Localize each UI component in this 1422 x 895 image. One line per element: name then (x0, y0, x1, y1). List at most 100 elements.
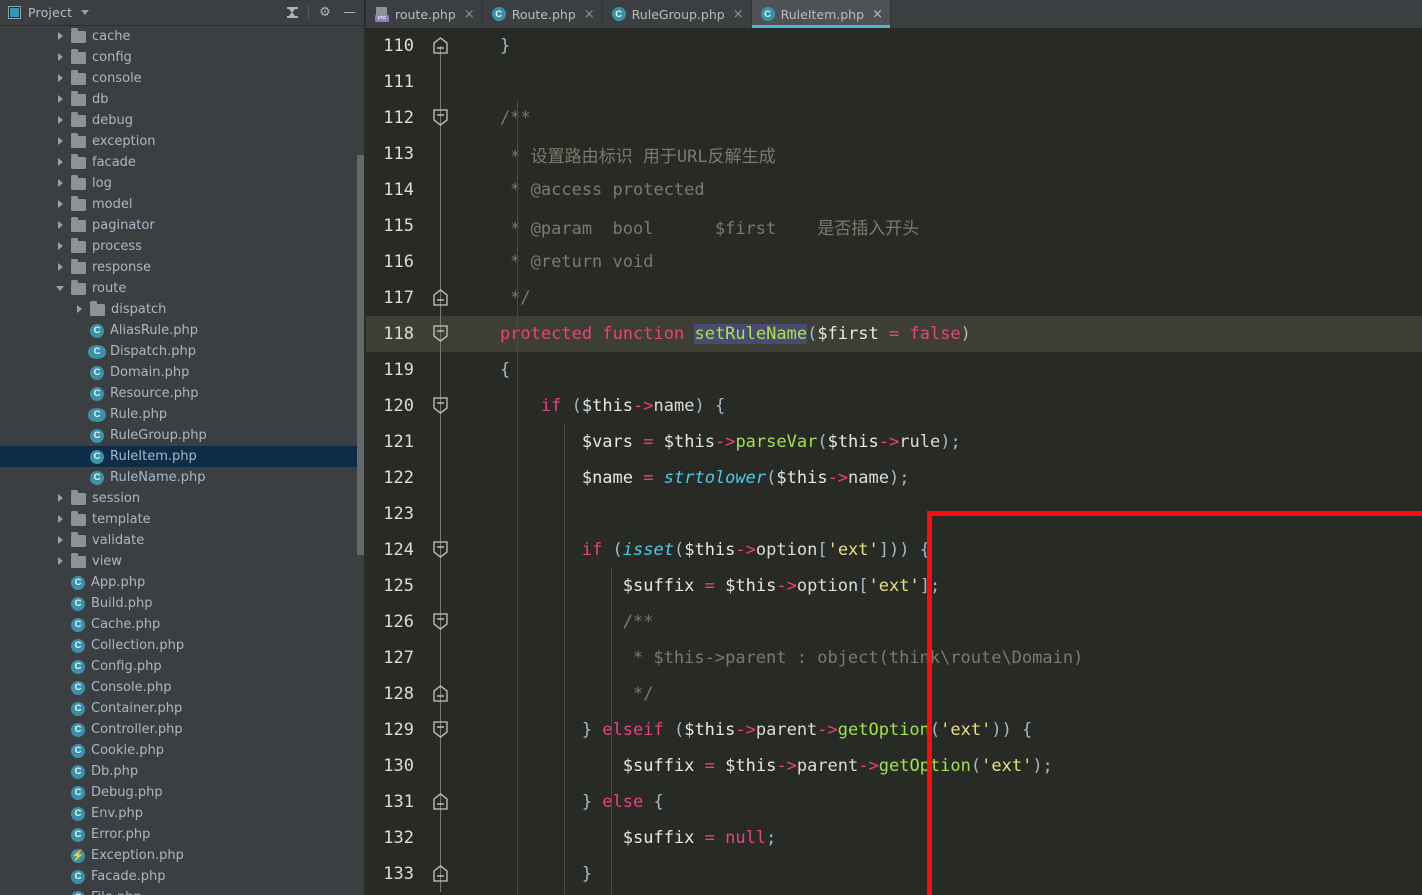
chevron-right-icon[interactable] (56, 262, 67, 273)
chevron-right-icon[interactable] (56, 31, 67, 42)
chevron-down-icon[interactable] (56, 283, 67, 294)
tree-file-Container.php[interactable]: C Container.php (0, 698, 366, 719)
close-icon[interactable]: × (872, 8, 883, 21)
fold-gutter[interactable] (423, 496, 459, 532)
chevron-right-icon[interactable] (56, 241, 67, 252)
collapse-all-button[interactable] (281, 3, 303, 23)
tree-file-Build.php[interactable]: C Build.php (0, 593, 366, 614)
fold-gutter[interactable] (423, 280, 459, 316)
chevron-right-icon[interactable] (56, 73, 67, 84)
tree-folder-exception[interactable]: exception (0, 131, 366, 152)
fold-marker-collapse-icon[interactable] (433, 397, 448, 414)
chevron-right-icon[interactable] (56, 514, 67, 525)
fold-marker-end-icon[interactable] (433, 865, 448, 882)
tree-file-Config.php[interactable]: C Config.php (0, 656, 366, 677)
fold-marker-collapse-icon[interactable] (433, 325, 448, 342)
fold-gutter[interactable] (423, 748, 459, 784)
tree-file-Debug.php[interactable]: C Debug.php (0, 782, 366, 803)
tree-file-Dispatch.php[interactable]: C Dispatch.php (0, 341, 366, 362)
code-line-117[interactable]: 117 */ (366, 280, 1422, 316)
editor-tab-route-php[interactable]: route.php × (366, 0, 483, 28)
tree-file-Rule.php[interactable]: C Rule.php (0, 404, 366, 425)
close-icon[interactable]: × (584, 8, 595, 21)
chevron-right-icon[interactable] (56, 94, 67, 105)
code-line-116[interactable]: 116 * @return void (366, 244, 1422, 280)
fold-gutter[interactable] (423, 424, 459, 460)
tree-file-AliasRule.php[interactable]: C AliasRule.php (0, 320, 366, 341)
chevron-right-icon[interactable] (56, 493, 67, 504)
code-line-130[interactable]: 130 $suffix = $this->parent->getOption('… (366, 748, 1422, 784)
tree-folder-console[interactable]: console (0, 68, 366, 89)
fold-gutter[interactable] (423, 100, 459, 136)
tree-file-RuleName.php[interactable]: C RuleName.php (0, 467, 366, 488)
tree-folder-process[interactable]: process (0, 236, 366, 257)
tree-folder-cache[interactable]: cache (0, 26, 366, 47)
sidebar-scrollbar[interactable] (357, 155, 364, 555)
chevron-right-icon[interactable] (56, 136, 67, 147)
tree-file-Error.php[interactable]: C Error.php (0, 824, 366, 845)
fold-gutter[interactable] (423, 784, 459, 820)
tree-folder-template[interactable]: template (0, 509, 366, 530)
minimize-button[interactable] (338, 3, 360, 23)
fold-marker-collapse-icon[interactable] (433, 721, 448, 738)
chevron-right-icon[interactable] (56, 556, 67, 567)
fold-gutter[interactable] (423, 712, 459, 748)
tree-folder-config[interactable]: config (0, 47, 366, 68)
close-icon[interactable]: × (733, 8, 744, 21)
fold-gutter[interactable] (423, 388, 459, 424)
chevron-right-icon[interactable] (56, 199, 67, 210)
tree-file-Facade.php[interactable]: C Facade.php (0, 866, 366, 887)
chevron-right-icon[interactable] (56, 157, 67, 168)
fold-gutter[interactable] (423, 64, 459, 100)
fold-gutter[interactable] (423, 244, 459, 280)
chevron-right-icon[interactable] (56, 535, 67, 546)
code-line-133[interactable]: 133 } (366, 856, 1422, 892)
fold-marker-end-icon[interactable] (433, 37, 448, 54)
tree-folder-paginator[interactable]: paginator (0, 215, 366, 236)
close-icon[interactable]: × (464, 8, 475, 21)
tree-folder-model[interactable]: model (0, 194, 366, 215)
tree-file-Env.php[interactable]: C Env.php (0, 803, 366, 824)
code-line-120[interactable]: 120 if ($this->name) { (366, 388, 1422, 424)
tree-file-RuleItem.php[interactable]: C RuleItem.php (0, 446, 366, 467)
project-file-tree[interactable]: cache config console db debug exception facade… (0, 26, 366, 895)
tree-folder-session[interactable]: session (0, 488, 366, 509)
code-line-110[interactable]: 110 } (366, 28, 1422, 64)
code-line-113[interactable]: 113 * 设置路由标识 用于URL反解生成 (366, 136, 1422, 172)
fold-gutter[interactable] (423, 208, 459, 244)
code-line-122[interactable]: 122 $name = strtolower($this->name); (366, 460, 1422, 496)
tree-file-File.php[interactable]: C File.php (0, 887, 366, 895)
chevron-right-icon[interactable] (56, 52, 67, 63)
code-line-111[interactable]: 111 (366, 64, 1422, 100)
code-line-131[interactable]: 131 } else { (366, 784, 1422, 820)
tree-file-Domain.php[interactable]: C Domain.php (0, 362, 366, 383)
fold-gutter[interactable] (423, 460, 459, 496)
code-line-129[interactable]: 129 } elseif ($this->parent->getOption('… (366, 712, 1422, 748)
tree-folder-dispatch[interactable]: dispatch (0, 299, 366, 320)
tree-file-Collection.php[interactable]: C Collection.php (0, 635, 366, 656)
tree-folder-route[interactable]: route (0, 278, 366, 299)
tree-file-App.php[interactable]: C App.php (0, 572, 366, 593)
fold-marker-collapse-icon[interactable] (433, 541, 448, 558)
tree-folder-validate[interactable]: validate (0, 530, 366, 551)
chevron-right-icon[interactable] (56, 115, 67, 126)
tree-folder-view[interactable]: view (0, 551, 366, 572)
code-line-123[interactable]: 123 (366, 496, 1422, 532)
code-line-121[interactable]: 121 $vars = $this->parseVar($this->rule)… (366, 424, 1422, 460)
tree-file-Exception.php[interactable]: ⚡ Exception.php (0, 845, 366, 866)
code-line-124[interactable]: 124 if (isset($this->option['ext'])) { (366, 532, 1422, 568)
code-line-112[interactable]: 112 /** (366, 100, 1422, 136)
tree-folder-log[interactable]: log (0, 173, 366, 194)
tree-folder-debug[interactable]: debug (0, 110, 366, 131)
code-editor[interactable]: 110 } 111 112 /** 113 * 设置路由标识 用于URL反解生成 114… (366, 28, 1422, 895)
fold-gutter[interactable] (423, 316, 459, 352)
fold-marker-collapse-icon[interactable] (433, 613, 448, 630)
chevron-right-icon[interactable] (56, 178, 67, 189)
fold-gutter[interactable] (423, 604, 459, 640)
tree-folder-response[interactable]: response (0, 257, 366, 278)
code-line-126[interactable]: 126 /** (366, 604, 1422, 640)
fold-gutter[interactable] (423, 172, 459, 208)
tree-file-Cache.php[interactable]: C Cache.php (0, 614, 366, 635)
code-line-115[interactable]: 115 * @param bool $first 是否插入开头 (366, 208, 1422, 244)
code-line-114[interactable]: 114 * @access protected (366, 172, 1422, 208)
